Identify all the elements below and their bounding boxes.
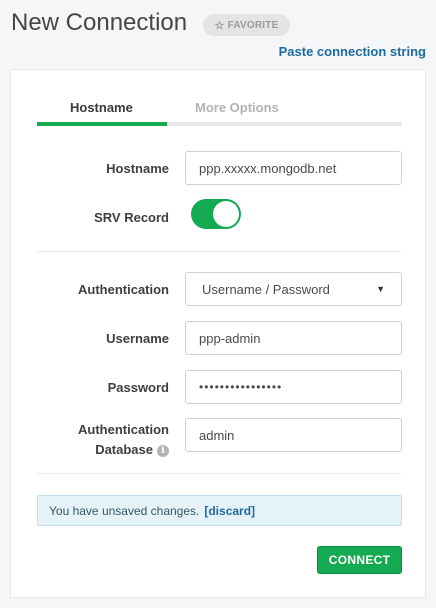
paste-connection-string-link[interactable]: Paste connection string	[279, 44, 426, 59]
username-input[interactable]: ppp-admin	[185, 321, 402, 355]
connection-form-panel: Hostname More Options Hostname ppp.xxxxx…	[10, 69, 426, 598]
authentication-database-label: Authentication Database i	[78, 420, 169, 460]
discard-link[interactable]: [discard]	[204, 504, 255, 518]
hostname-input[interactable]: ppp.xxxxx.mongodb.net	[185, 151, 402, 185]
connect-button[interactable]: CONNECT	[317, 546, 402, 574]
toggle-knob	[213, 201, 239, 227]
password-input[interactable]: ••••••••••••••••	[185, 370, 402, 404]
chevron-down-icon: ▼	[376, 284, 385, 294]
tab-hostname[interactable]: Hostname	[70, 100, 133, 115]
srv-record-label: SRV Record	[94, 210, 169, 225]
authentication-select-value: Username / Password	[202, 281, 330, 297]
authentication-database-label-line2: Database	[95, 442, 153, 457]
divider	[37, 251, 401, 252]
info-icon[interactable]: i	[157, 444, 169, 457]
favorite-button[interactable]: ☆ FAVORITE	[203, 14, 290, 36]
srv-record-toggle[interactable]	[191, 199, 241, 229]
username-label: Username	[106, 331, 169, 346]
unsaved-changes-text: You have unsaved changes.	[49, 503, 200, 518]
tab-bar: Hostname More Options	[37, 100, 402, 126]
page-title: New Connection	[11, 9, 188, 36]
divider	[37, 473, 401, 474]
unsaved-changes-notice: You have unsaved changes. [discard]	[37, 495, 402, 526]
tab-active-indicator	[37, 122, 167, 126]
authentication-select[interactable]: Username / Password ▼	[185, 272, 402, 306]
password-label: Password	[107, 380, 169, 395]
star-icon: ☆	[214, 19, 225, 32]
authentication-label: Authentication	[78, 282, 169, 297]
favorite-label: FAVORITE	[227, 19, 279, 31]
hostname-label: Hostname	[106, 161, 169, 176]
authentication-database-input[interactable]: admin	[185, 418, 402, 452]
authentication-database-label-line1: Authentication	[78, 422, 169, 437]
tab-more-options[interactable]: More Options	[195, 100, 279, 115]
